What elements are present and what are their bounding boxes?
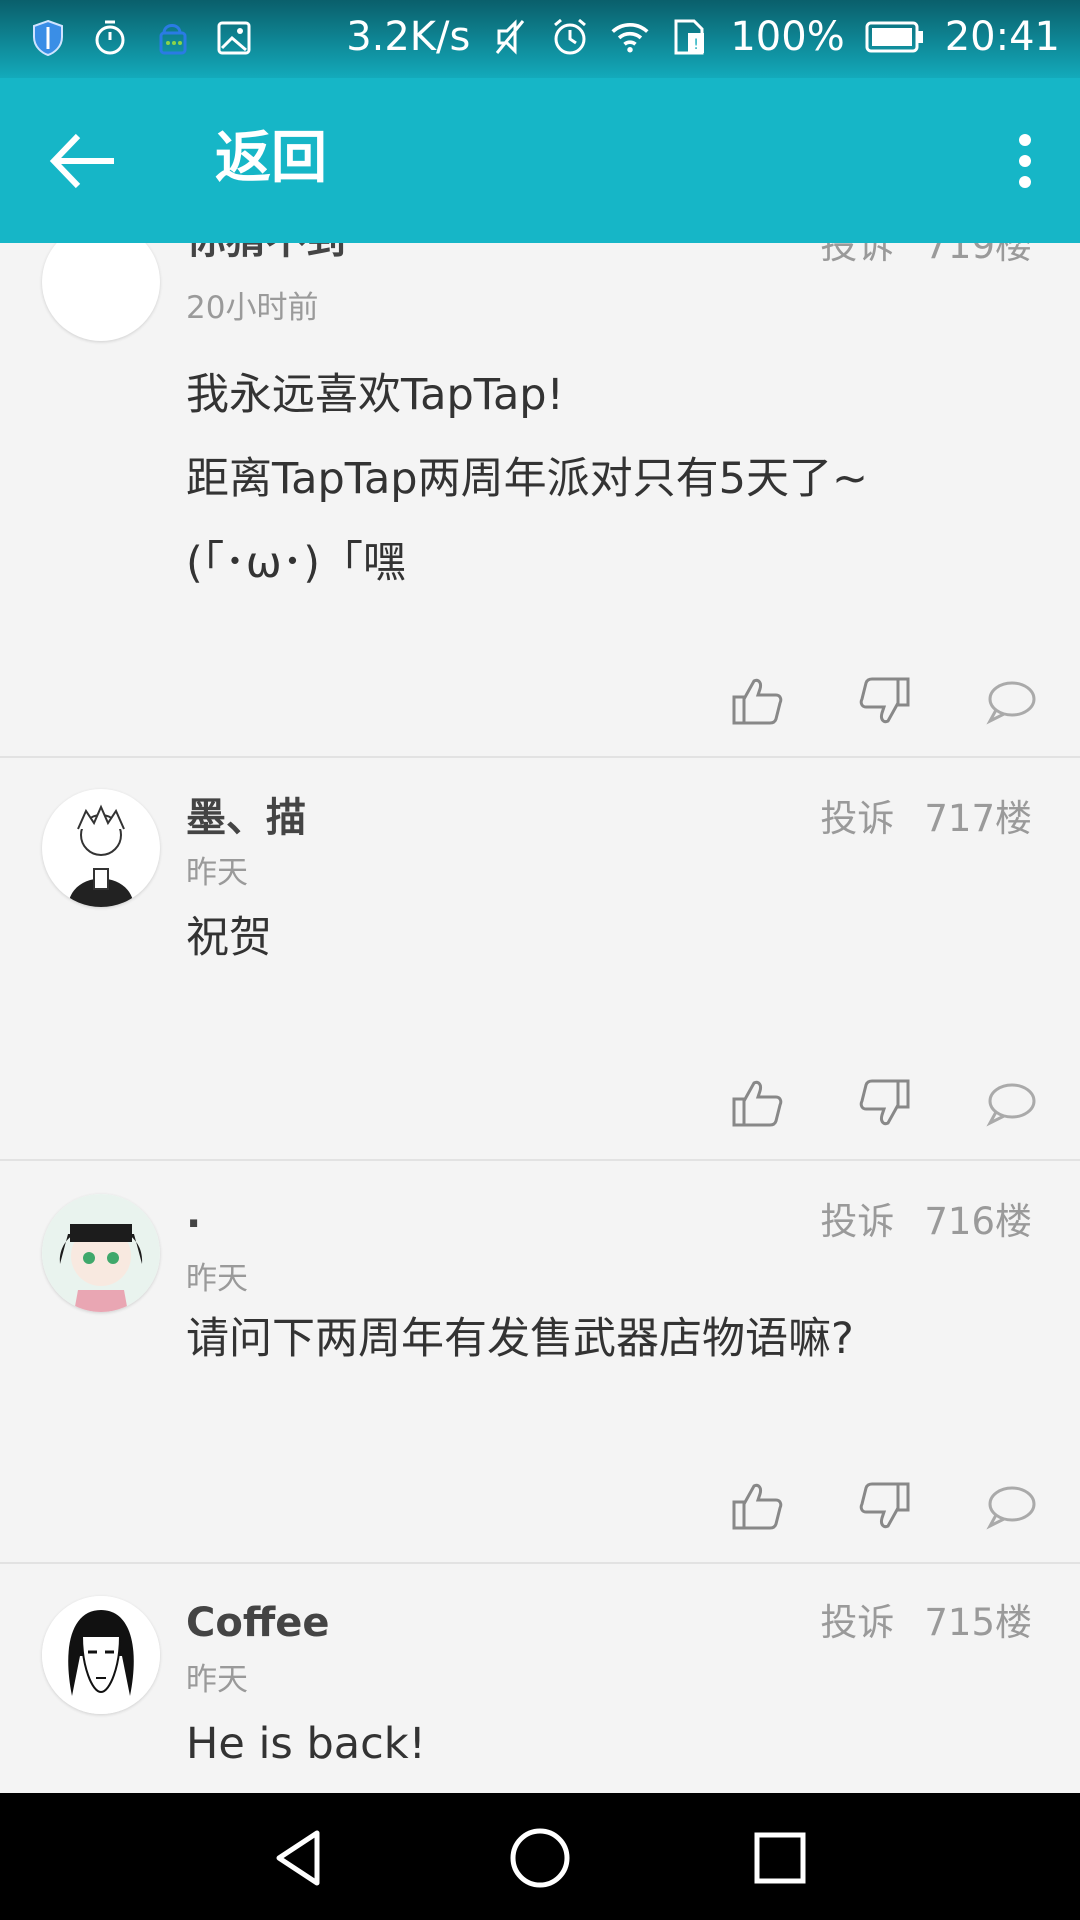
report-link[interactable]: 投诉 [820,796,894,842]
arrow-left-icon [49,133,114,189]
nav-back-button[interactable] [265,1823,335,1893]
recents-square-icon [754,1832,806,1884]
image-icon [214,16,254,60]
network-speed: 3.2K/s [346,14,471,60]
system-nav-bar [0,1793,1080,1920]
svg-text:!: ! [694,37,700,53]
thumbs-down-icon[interactable] [856,1478,912,1534]
thumbs-down-icon[interactable] [856,673,912,729]
alarm-icon [550,15,590,59]
timestamp: 20小时前 [186,290,319,326]
report-link[interactable]: 投诉 [820,243,894,269]
avatar[interactable] [42,243,160,341]
floor-number: 717楼 [924,797,1032,840]
report-link[interactable]: 投诉 [820,1199,894,1245]
username[interactable]: Coffee [186,1598,330,1648]
sim-icon: ! [670,15,710,59]
floor-number: 719楼 [924,243,1032,267]
timestamp: 昨天 [186,1662,248,1698]
battery-percent: 100% [730,14,845,60]
comment-body: He is back! [186,1719,426,1769]
floor-number: 716楼 [924,1200,1032,1243]
home-circle-icon [510,1828,570,1888]
back-triangle-icon [276,1830,320,1886]
timestamp: 昨天 [186,855,248,891]
comment-body: 我永远喜欢TapTap! 距离TapTap两周年派对只有5天了~ (「･ω･)「… [186,370,868,588]
more-vertical-icon [1019,134,1031,188]
thumbs-up-icon[interactable] [730,1075,786,1131]
app-toolbar: 返回 [0,78,1080,243]
back-button[interactable] [48,130,120,192]
comment-body: 祝贺 [186,913,272,963]
mute-icon [490,15,530,59]
thumbs-down-icon[interactable] [856,1075,912,1131]
comment-body: 请问下两周年有发售武器店物语嘛? [186,1314,854,1364]
avatar[interactable] [42,789,160,907]
avatar[interactable] [42,1596,160,1714]
page-title: 返回 [215,126,327,191]
comment-item: 墨、描 昨天 投诉 717楼 祝贺 [0,758,1080,1161]
status-bar: 3.2K/s ! 100% 20:41 [0,0,1080,78]
timer-icon [90,16,130,60]
clock: 20:41 [944,14,1060,60]
more-options-button[interactable] [1000,126,1050,196]
nav-recents-button[interactable] [745,1823,815,1893]
thumbs-up-icon[interactable] [730,1478,786,1534]
message-icon [152,16,192,60]
comment-item: . 昨天 投诉 716楼 请问下两周年有发售武器店物语嘛? [0,1161,1080,1564]
battery-icon [865,15,925,59]
comment-item: 你猜不到 20小时前 投诉 719楼 我永远喜欢TapTap! 距离TapTap… [0,243,1080,758]
report-link[interactable]: 投诉 [820,1600,894,1646]
comment-list: 你猜不到 20小时前 投诉 719楼 我永远喜欢TapTap! 距离TapTap… [0,243,1080,1793]
shield-icon [28,16,68,60]
username[interactable]: 墨、描 [186,793,306,843]
comment-icon[interactable] [982,673,1038,729]
username[interactable]: 你猜不到 [186,243,346,265]
thumbs-up-icon[interactable] [730,673,786,729]
nav-home-button[interactable] [505,1823,575,1893]
comment-icon[interactable] [982,1075,1038,1131]
comment-icon[interactable] [982,1478,1038,1534]
floor-number: 715楼 [924,1601,1032,1644]
comment-item: Coffee 昨天 投诉 715楼 He is back! [0,1564,1080,1793]
username[interactable]: . [186,1189,201,1239]
wifi-icon [610,15,650,59]
avatar[interactable] [42,1194,160,1312]
timestamp: 昨天 [186,1261,248,1297]
